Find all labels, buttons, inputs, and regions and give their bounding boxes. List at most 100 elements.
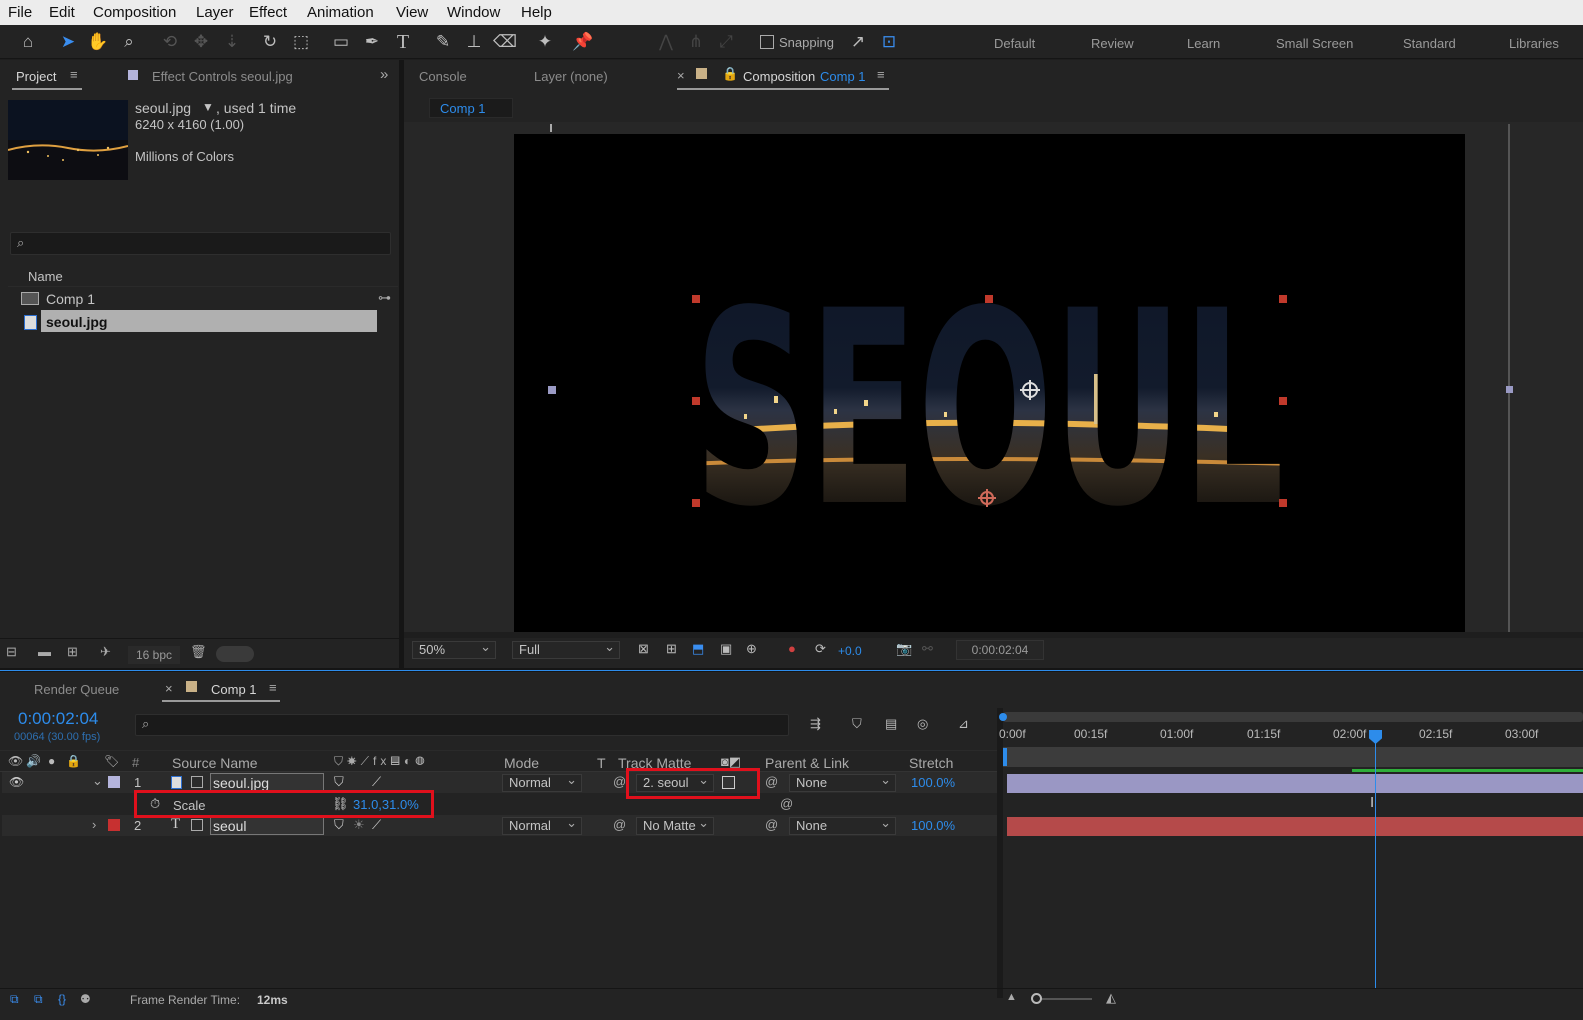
layer-switches-toggle-icon[interactable]: ⧉ (10, 992, 19, 1007)
adjust-project-icon[interactable]: ✈ (100, 644, 111, 660)
eraser-tool-icon[interactable]: ⌫ (493, 30, 517, 54)
lock-icon[interactable]: 🔒 (722, 66, 738, 82)
align-icon[interactable]: ⋀ (654, 30, 678, 54)
guides-icon[interactable]: ▣ (720, 641, 732, 657)
tab-render-queue[interactable]: Render Queue (34, 682, 119, 697)
navigator-start-handle[interactable] (999, 713, 1007, 721)
menu-composition[interactable]: Composition (93, 4, 176, 21)
timeline-search-input[interactable]: ⌕ (135, 714, 789, 736)
render-time-icon[interactable]: ⚉ (80, 992, 91, 1006)
name-column-header[interactable]: Name (28, 269, 63, 284)
clone-stamp-icon[interactable]: ⊥ (462, 30, 486, 54)
pen-tool-icon[interactable]: ✒ (360, 30, 384, 54)
layer1-stretch[interactable]: 100.0% (911, 775, 955, 790)
new-composition-icon[interactable]: ⊞ (67, 644, 78, 660)
layer2-stretch[interactable]: 100.0% (911, 818, 955, 833)
delete-icon[interactable]: 🗑 (190, 644, 207, 660)
comp-flowchart-icon[interactable]: ⇶ (810, 716, 821, 732)
region-of-interest-icon[interactable]: ⊠ (638, 641, 649, 657)
layer1-shy-icon[interactable]: ⛉ (334, 774, 344, 790)
time-navigator[interactable] (1003, 712, 1583, 722)
work-area-bar[interactable] (1003, 747, 1583, 767)
layer2-track-matte-dropdown[interactable]: No Matte (636, 815, 714, 835)
project-toggle[interactable] (216, 646, 254, 662)
layer1-parent-pickwhip-icon[interactable]: @ (765, 774, 778, 789)
source-name-header[interactable]: Source Name (172, 755, 258, 771)
breadcrumb[interactable]: Comp 1 (429, 98, 513, 118)
menu-file[interactable]: File (8, 4, 32, 21)
pan-behind-icon[interactable]: ⬚ (289, 30, 313, 54)
new-folder-icon[interactable]: ▬ (38, 644, 51, 659)
layer2-matte-pickwhip-icon[interactable]: @ (613, 817, 626, 832)
snapping-checkbox[interactable] (760, 35, 774, 49)
project-search-input[interactable]: ⌕ (10, 232, 391, 255)
layer2-parent-dropdown[interactable]: None (789, 815, 896, 835)
overflow-chevron-icon[interactable]: » (380, 66, 388, 83)
selection-tool-icon[interactable]: ➤ (56, 30, 80, 54)
menu-view[interactable]: View (396, 4, 428, 21)
workspace-review[interactable]: Review (1091, 36, 1134, 51)
label-header-icon[interactable]: 🏷 (104, 754, 119, 768)
layer1-quality-icon[interactable]: ⟋ (372, 774, 381, 790)
zoom-out-icon[interactable]: ▲ (1006, 991, 1017, 1003)
close-tab-icon[interactable]: × (677, 68, 685, 83)
bpc-button[interactable]: 16 bpc (128, 646, 180, 664)
grid-icon[interactable]: ⊕ (746, 641, 757, 657)
dolly-camera-icon[interactable]: ⇣ (220, 30, 244, 54)
zoom-slider-thumb[interactable] (1031, 993, 1042, 1004)
workspace-libraries[interactable]: Libraries (1509, 36, 1559, 51)
zoom-dropdown[interactable]: 50% (412, 639, 496, 659)
transfer-controls-toggle-icon[interactable]: ⧉ (34, 992, 43, 1007)
item-dropdown-icon[interactable]: ▼ (202, 100, 214, 114)
timeline-menu-icon[interactable]: ≡ (269, 680, 277, 695)
axis-icon[interactable]: ⤢ (714, 30, 738, 54)
puppet-pin-icon[interactable]: 📌 (571, 30, 595, 54)
layer1-expand-icon[interactable]: ⌄ (92, 773, 103, 789)
rectangle-tool-icon[interactable]: ▭ (329, 30, 353, 54)
project-item-seoul[interactable]: seoul.jpg (46, 314, 107, 330)
layer2-quality-icon[interactable]: ⟋ (372, 817, 381, 833)
playhead-icon[interactable] (1369, 730, 1382, 744)
project-item-comp[interactable]: Comp 1 (46, 291, 95, 307)
work-area-start[interactable] (1003, 748, 1007, 766)
snapshot-icon[interactable]: 📷 (896, 641, 912, 657)
in-out-toggle-icon[interactable]: {} (58, 992, 66, 1006)
brush-tool-icon[interactable]: ✎ (431, 30, 455, 54)
orbit-camera-icon[interactable]: ⟲ (158, 30, 182, 54)
tab-effect-controls[interactable]: Effect Controls seoul.jpg (152, 69, 293, 84)
current-time-indicator[interactable] (1375, 734, 1376, 988)
solo-header-icon[interactable]: ● (48, 754, 55, 768)
viewer-timecode[interactable]: 0:00:02:04 (956, 640, 1044, 660)
layer2-duration-bar[interactable] (1007, 817, 1583, 836)
zoom-in-icon[interactable]: ◭ (1106, 990, 1116, 1006)
frame-blending-icon[interactable]: ▤ (885, 716, 897, 732)
color-management-icon[interactable]: ⟳ (815, 641, 826, 657)
channel-icon[interactable]: ● (788, 641, 796, 656)
menu-window[interactable]: Window (447, 4, 500, 21)
layer1-duration-bar[interactable] (1007, 774, 1583, 793)
home-icon[interactable]: ⌂ (16, 30, 40, 54)
pan-camera-icon[interactable]: ✥ (189, 30, 213, 54)
resolution-dropdown[interactable]: Full (512, 639, 620, 659)
snap-options-icon[interactable]: ↗ (846, 30, 870, 54)
distribute-icon[interactable]: ⋔ (684, 30, 708, 54)
motion-blur-icon[interactable]: ◎ (917, 716, 928, 732)
layer2-mode-dropdown[interactable]: Normal (502, 815, 582, 835)
layer2-expand-icon[interactable]: › (92, 817, 96, 832)
snap-target-icon[interactable]: ⊡ (877, 30, 901, 54)
tab-project[interactable]: Project (16, 69, 56, 84)
layer2-parent-pickwhip-icon[interactable]: @ (765, 817, 778, 832)
menu-animation[interactable]: Animation (307, 4, 374, 21)
menu-help[interactable]: Help (521, 4, 552, 21)
show-snapshot-icon[interactable]: ⚯ (922, 641, 933, 657)
project-menu-icon[interactable]: ≡ (70, 67, 78, 82)
layer2-shy-icon[interactable]: ⛉ (334, 817, 344, 833)
flowchart-icon[interactable]: ⊶ (378, 290, 391, 306)
exposure-value[interactable]: +0.0 (838, 644, 862, 658)
video-toggle-header-icon[interactable]: 👁 (8, 754, 23, 768)
workspace-small-screen[interactable]: Small Screen (1276, 36, 1353, 51)
shy-layers-icon[interactable]: ⛉ (852, 716, 862, 732)
tab-composition[interactable]: Composition (743, 69, 815, 84)
graph-editor-icon[interactable]: ⊿ (958, 716, 969, 732)
guide-handle[interactable] (1506, 386, 1513, 393)
